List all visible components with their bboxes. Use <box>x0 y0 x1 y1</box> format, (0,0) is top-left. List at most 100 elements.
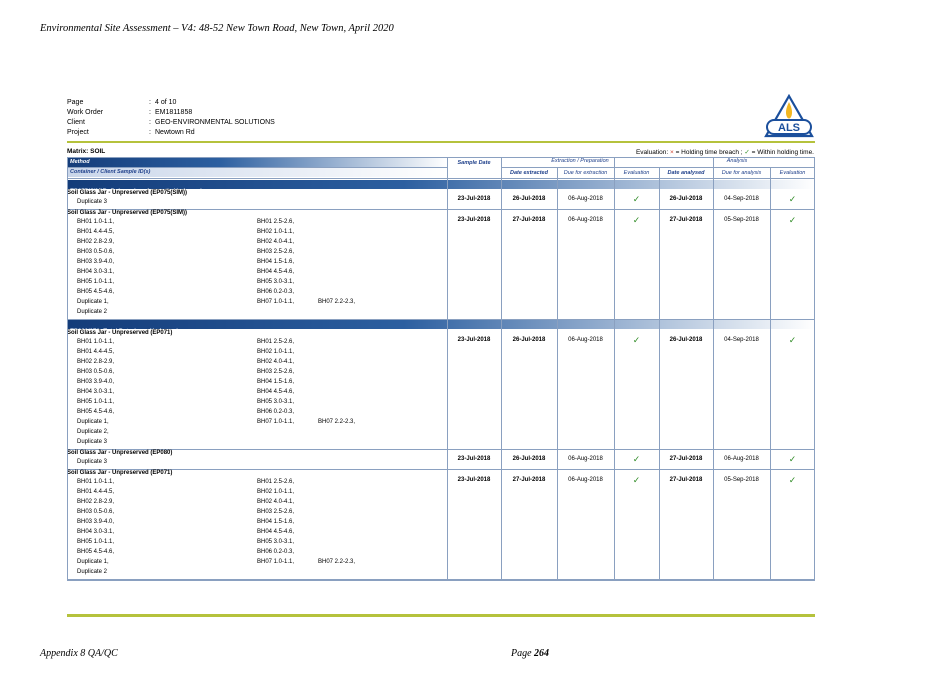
evaluation-check-icon: ✓ <box>632 215 641 225</box>
container-label: Soil Glass Jar - Unpreserved (EP075(SIM)… <box>67 210 188 216</box>
column-line <box>501 157 502 580</box>
sample-id: BH04 3.0-3.1, <box>77 269 115 275</box>
info-project-row: Project: Newtown Rd <box>67 129 195 136</box>
header-rule <box>67 141 815 143</box>
group-divider <box>67 469 815 470</box>
sample-id: BH03 2.5-2.6, <box>257 249 295 255</box>
sample-id: BH04 4.5-4.6, <box>257 389 295 395</box>
sample-id: BH05 4.5-4.6, <box>77 409 115 415</box>
sample-id: BH05 4.5-4.6, <box>77 289 115 295</box>
sample-id: BH01 2.5-2.6, <box>257 219 295 225</box>
footer-page: Page 264 <box>511 648 550 659</box>
container-label: Soil Glass Jar - Unpreserved (EP071) <box>67 330 173 336</box>
sample-id: BH01 1.0-1.1, <box>77 219 115 225</box>
column-line <box>770 167 771 580</box>
table-bottom-border <box>67 580 815 581</box>
evaluation-check-icon: ✓ <box>788 215 797 225</box>
sample-id: BH02 4.0-4.1, <box>257 499 295 505</box>
due-analysis: 04-Sep-2018 <box>724 337 759 343</box>
sample-id: BH04 4.5-4.6, <box>257 269 295 275</box>
method-header: Method <box>70 159 90 165</box>
info-label: Client <box>67 119 85 126</box>
date-analysed: 26-Jul-2018 <box>669 196 703 202</box>
report-info: Page:4 of 10 Work Order: EM1811858 Client… <box>67 98 275 138</box>
analysis-group-header: Analysis <box>726 158 748 164</box>
sample-id: Duplicate 1, <box>77 559 109 565</box>
sample-id: BH07 1.0-1.1, <box>257 419 295 425</box>
sample-id: BH03 2.5-2.6, <box>257 369 295 375</box>
header-bottom-line <box>67 178 815 179</box>
due-extraction: 06-Aug-2018 <box>568 456 603 462</box>
breach-icon: × <box>669 149 674 156</box>
sample-id: Duplicate 2, <box>77 429 109 435</box>
group-divider <box>67 449 815 450</box>
section-bar: EP075(SIM)B: Polynuclear Aromatic Hydroc… <box>67 180 815 195</box>
sample-id: BH07 2.2-2.3, <box>318 559 356 565</box>
sample-id: BH02 2.8-2.9, <box>77 499 115 505</box>
info-value: Newtown Rd <box>155 129 195 136</box>
sample-id: BH02 1.0-1.1, <box>257 229 295 235</box>
sample-id: Duplicate 1, <box>77 299 109 305</box>
date-extracted: 27-Jul-2018 <box>512 477 546 483</box>
sample-id: BH04 4.5-4.6, <box>257 529 295 535</box>
method-header-bar <box>67 158 447 167</box>
sample-date-header: Sample Date <box>457 160 491 166</box>
sample-id: BH05 1.0-1.1, <box>77 399 115 405</box>
column-line <box>447 157 448 580</box>
container-label: Soil Glass Jar - Unpreserved (EP080) <box>67 450 173 456</box>
sample-id: BH01 4.4-4.5, <box>77 229 115 235</box>
extraction-group-header: Extraction / Preparation <box>551 158 609 164</box>
sample-id: BH03 2.5-2.6, <box>257 509 295 515</box>
column-line <box>557 167 558 580</box>
info-client-row: Client: GEO-ENVIRONMENTAL SOLUTIONS <box>67 119 275 126</box>
sample-id: BH02 2.8-2.9, <box>77 359 115 365</box>
sample-id: BH03 0.5-0.6, <box>77 369 115 375</box>
date-extracted: 26-Jul-2018 <box>512 456 546 462</box>
due-analysis-header: Due for analysis <box>721 170 762 176</box>
sample-date: 23-Jul-2018 <box>457 337 491 343</box>
date-analysed: 27-Jul-2018 <box>669 477 703 483</box>
sample-id: BH02 1.0-1.1, <box>257 489 295 495</box>
sample-date: 23-Jul-2018 <box>457 196 491 202</box>
sample-id: BH03 0.5-0.6, <box>77 249 115 255</box>
sample-id: BH03 3.9-4.0, <box>77 379 115 385</box>
info-workorder-row: Work Order: EM1811858 <box>67 109 193 116</box>
sample-id: BH04 3.0-3.1, <box>77 389 115 395</box>
column-line <box>614 157 615 580</box>
sample-id: BH01 4.4-4.5, <box>77 349 115 355</box>
evaluation-header: Evaluation <box>623 170 650 176</box>
sample-id: Duplicate 3 <box>77 199 108 205</box>
sample-id: Duplicate 3 <box>77 459 108 465</box>
sample-date: 23-Jul-2018 <box>457 456 491 462</box>
due-extraction: 06-Aug-2018 <box>568 337 603 343</box>
info-label: Work Order <box>67 109 104 116</box>
sample-id: BH05 3.0-3.1, <box>257 539 295 545</box>
container-label: Soil Glass Jar - Unpreserved (EP075(SIM)… <box>67 190 188 196</box>
column-line <box>713 157 714 580</box>
sample-id: BH05 1.0-1.1, <box>77 539 115 545</box>
date-analysed: 27-Jul-2018 <box>669 217 703 223</box>
sample-id: Duplicate 1, <box>77 419 109 425</box>
evaluation-check-icon: ✓ <box>788 454 797 464</box>
section-bar: EP080/071: Total Petroleum Hydrocarbons <box>67 320 815 335</box>
sample-id: BH02 2.8-2.9, <box>77 239 115 245</box>
evaluation-check-icon: ✓ <box>632 335 641 345</box>
sample-id: BH01 1.0-1.1, <box>77 339 115 345</box>
sample-id: BH01 1.0-1.1, <box>77 479 115 485</box>
info-value: GEO-ENVIRONMENTAL SOLUTIONS <box>155 119 275 126</box>
sample-id: Duplicate 2 <box>77 569 108 575</box>
sample-id: BH07 2.2-2.3, <box>318 299 356 305</box>
evaluation2-header: Evaluation <box>779 170 806 176</box>
date-analysed: 26-Jul-2018 <box>669 337 703 343</box>
matrix-label: Matrix: SOIL <box>67 148 106 155</box>
evaluation-check-icon: ✓ <box>788 194 797 204</box>
footer-rule <box>67 614 815 617</box>
date-analysed-header: Date analysed <box>667 170 705 176</box>
sample-id: BH04 3.0-3.1, <box>77 529 115 535</box>
container-label: Soil Glass Jar - Unpreserved (EP071) <box>67 470 173 476</box>
evaluation-check-icon: ✓ <box>788 475 797 485</box>
sample-id: BH01 2.5-2.6, <box>257 339 295 345</box>
sample-id: BH07 1.0-1.1, <box>257 299 295 305</box>
sample-id: BH04 1.5-1.6, <box>257 519 295 525</box>
info-value: 4 of 10 <box>155 99 177 106</box>
